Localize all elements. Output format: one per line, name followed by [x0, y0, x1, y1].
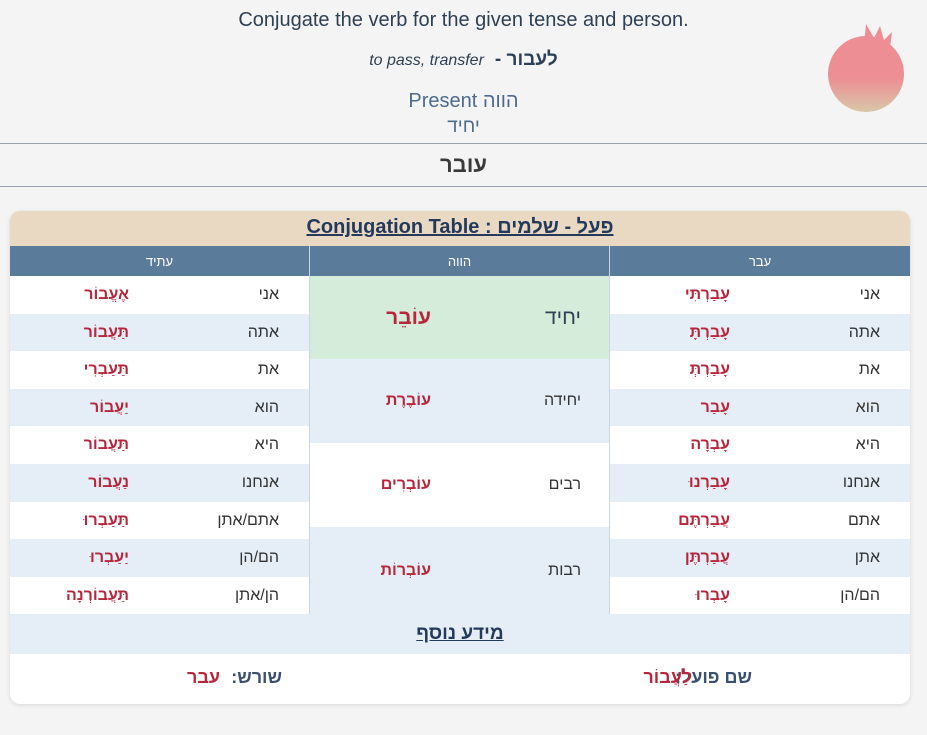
verb-line: to pass, transfer לעבור - [0, 49, 927, 71]
future-row: היא תַּעֲבוֹר [10, 426, 309, 464]
pronoun-label: היא [254, 436, 279, 454]
pronoun-label: אני [859, 286, 880, 303]
pronoun-label: אנחנו [842, 474, 880, 491]
conjugated-form: עוֹבְרִים [380, 476, 431, 493]
past-row: אתה עָבַרְתָּ [610, 313, 910, 352]
past-row: אתם עֲבַרְתֶּם [610, 502, 910, 540]
pronoun-label: הם/הן [239, 549, 279, 567]
past-row: אתן עֲבַרְתֶּן [610, 539, 910, 577]
pronoun-label: הן/אתן [235, 586, 279, 604]
number-label: יחידה [543, 392, 581, 409]
past-row: הם/הן עָבְרוּ [610, 577, 910, 615]
column-header-future: עתיד [10, 246, 309, 276]
conjugated-form: תַּעַבְרוּ [83, 511, 129, 529]
future-row: הם/הן יַעַבְרוּ [10, 539, 309, 577]
future-row: אנחנו נַעֲבוֹר [10, 464, 309, 502]
conjugated-form: עָבְרָה [690, 436, 730, 454]
divider [0, 143, 927, 144]
future-row: אתם/אתן תַּעַבְרוּ [10, 502, 309, 540]
past-row: היא עָבְרָה [610, 426, 910, 464]
conjugated-form: עוֹבְרוֹת [380, 562, 432, 579]
pomegranate-icon [828, 24, 904, 112]
pronoun-label: אתה [247, 323, 279, 341]
future-row: הוא יַעֲבוֹר [10, 388, 309, 427]
conjugated-form: עָבַרְתִּי [684, 286, 730, 303]
future-row: אני אֶעֱבוֹר [10, 276, 309, 314]
number-label: רבות [548, 562, 581, 579]
pronoun-label: הם/הן [840, 586, 880, 604]
more-info-link[interactable]: מידע נוסף [10, 614, 910, 654]
conjugated-form: עָבַרְנוּ [688, 474, 730, 491]
conjugated-form: נַעֲבוֹר [88, 474, 129, 491]
conjugated-form: עוֹבֵר [386, 306, 431, 329]
past-column: אני עָבַרְתִּי אתה עָבַרְתָּ את עָבַרְתְּ הוא ע… [610, 276, 910, 614]
verb-hebrew: לעבור - [494, 49, 558, 70]
root-label: שורש: [231, 667, 282, 687]
pronoun-label: אנחנו [241, 474, 279, 491]
past-row: אנחנו עָבַרְנוּ [610, 464, 910, 502]
present-block: יחידה עוֹבֶרֶת [310, 359, 609, 443]
conjugated-form: תַּעֲבוֹר [83, 436, 129, 454]
conjugated-form: עֲבַרְתֶּן [684, 549, 730, 567]
conjugated-form: תַּעֲבוֹר [83, 323, 129, 341]
future-row: הן/אתן תַּעֲבוֹרְנָה [10, 577, 309, 615]
conjugated-form: עָבַרְתָּ [689, 323, 730, 341]
conjugated-form: עוֹבֶרֶת [385, 392, 431, 409]
conjugated-form: עָבְרוּ [695, 586, 730, 604]
pronoun-label: הוא [855, 398, 880, 416]
number-label: רבים [548, 476, 581, 493]
conjugated-form: תַּעַבְרִי [83, 361, 129, 379]
answer-text: עובר [440, 152, 487, 177]
infinitive-value: לַעֲבוֹר [643, 667, 692, 687]
conjugation-table-title[interactable]: Conjugation Table : פעל - שלמים [10, 211, 910, 246]
conjugation-card: Conjugation Table : פעל - שלמים עתיד הוו… [10, 211, 910, 704]
pronoun-label: הוא [254, 398, 279, 416]
verb-translation: to pass, transfer [369, 52, 484, 69]
pronoun-label: אני [258, 286, 279, 303]
exercise-header: Conjugate the verb for the given tense a… [0, 0, 927, 144]
pronoun-label: אתם/אתן [217, 511, 279, 529]
past-row: אני עָבַרְתִּי [610, 276, 910, 314]
conjugated-form: עָבַר [700, 398, 730, 416]
column-divider [309, 246, 310, 614]
pronoun-label: אתן [854, 549, 880, 567]
number-label: יחיד [545, 306, 581, 329]
person-label: יחיד [447, 116, 480, 137]
pronoun-label: את [257, 361, 279, 379]
past-row: את עָבַרְתְּ [610, 351, 910, 389]
present-column: יחיד עוֹבֵר יחידה עוֹבֶרֶת רבים עוֹבְרִים רבות… [310, 276, 609, 614]
divider [0, 186, 927, 187]
column-divider [609, 246, 610, 614]
present-block: רבות עוֹבְרוֹת [310, 527, 609, 614]
pronoun-label: את [858, 361, 880, 379]
conjugated-form: אֶעֱבוֹר [84, 286, 129, 303]
pronoun-label: אתם [848, 511, 880, 529]
pronoun-label: אתה [848, 323, 880, 341]
root-value: עבר [186, 667, 220, 687]
column-header-present: הווה [310, 246, 609, 276]
conjugated-form: תַּעֲבוֹרְנָה [65, 586, 129, 604]
conjugated-form: יַעַבְרוּ [89, 549, 129, 567]
tense-label: Present הווה [408, 90, 519, 112]
present-block: רבים עוֹבְרִים [310, 443, 609, 527]
present-block-selected: יחיד עוֹבֵר [310, 276, 609, 359]
conjugated-form: עֲבַרְתֶּם [678, 511, 730, 529]
instruction-text: Conjugate the verb for the given tense a… [238, 9, 689, 31]
past-row: הוא עָבַר [610, 388, 910, 427]
conjugated-form: יַעֲבוֹר [89, 398, 129, 416]
future-row: את תַּעַבְרִי [10, 351, 309, 389]
future-column: אני אֶעֱבוֹר אתה תַּעֲבוֹר את תַּעַבְרִי הוא יַ… [10, 276, 309, 614]
future-row: אתה תַּעֲבוֹר [10, 313, 309, 352]
conjugated-form: עָבַרְתְּ [689, 361, 730, 379]
pronoun-label: היא [855, 436, 880, 454]
column-header-past: עבר [610, 246, 910, 276]
